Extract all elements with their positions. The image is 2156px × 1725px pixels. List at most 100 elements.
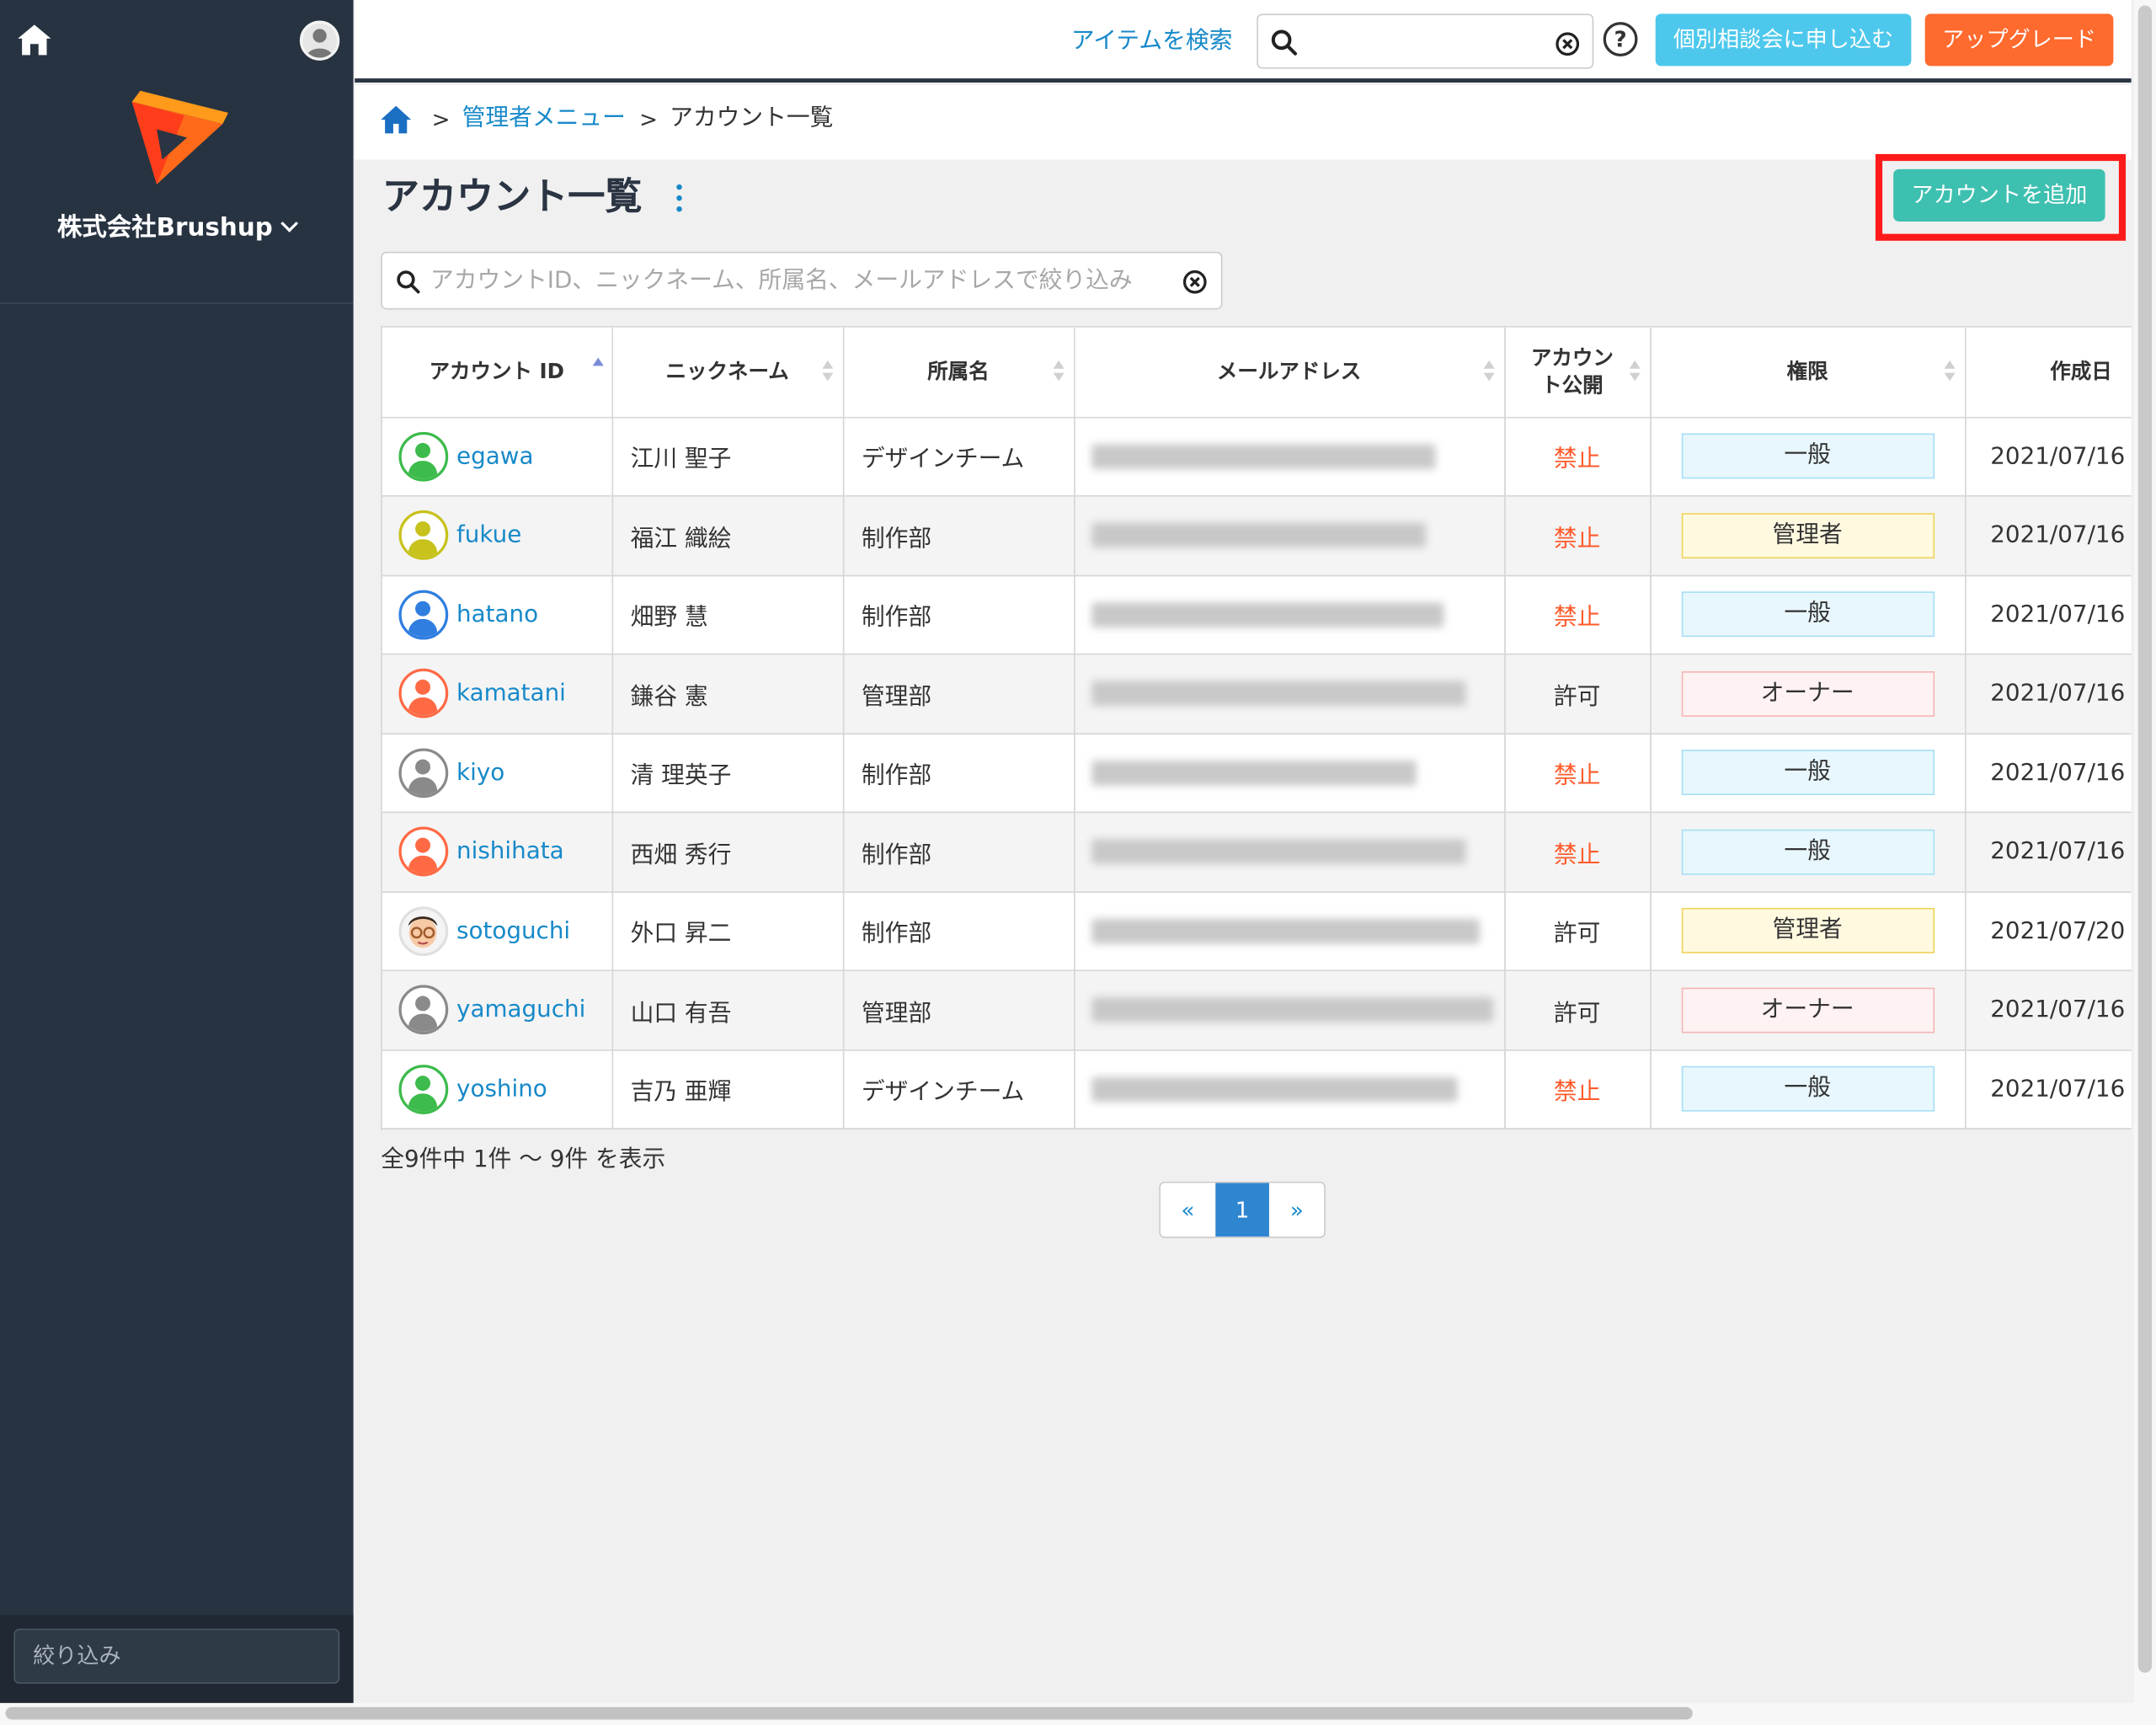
user-icon-blue	[398, 590, 449, 640]
column-header-email[interactable]: メールアドレス	[1074, 327, 1505, 418]
account-public-cell: 禁止	[1504, 1049, 1651, 1130]
created-date-cell: 2021/07/16	[1965, 654, 2132, 734]
account-id-cell[interactable]: kiyo	[382, 733, 613, 814]
user-icon-gray	[398, 748, 449, 798]
account-id-cell[interactable]: nishihata	[382, 812, 613, 893]
account-public-status: 禁止	[1553, 604, 1601, 633]
column-header-department[interactable]: 所属名	[842, 327, 1075, 418]
column-header-role[interactable]: 権限	[1650, 327, 1966, 418]
role-cell: 一般	[1650, 416, 1966, 497]
brushup-logo[interactable]	[126, 88, 229, 188]
item-search-input[interactable]	[1257, 13, 1594, 69]
role-cell: 一般	[1650, 812, 1966, 893]
nickname-cell: 畑野 慧	[611, 574, 844, 655]
account-public-cell: 禁止	[1504, 416, 1651, 497]
clear-icon[interactable]	[1556, 32, 1580, 56]
item-search-link[interactable]: アイテムを検索	[1071, 24, 1233, 57]
pagination-prev-button[interactable]: «	[1161, 1183, 1215, 1237]
account-id-cell[interactable]: kamatani	[382, 654, 613, 734]
sidebar-filter-input[interactable]: 絞り込み	[13, 1628, 340, 1685]
column-header-nickname[interactable]: ニックネーム	[611, 327, 844, 418]
account-id-link[interactable]: sotoguchi	[456, 917, 570, 945]
account-id-link[interactable]: kamatani	[456, 680, 566, 708]
redacted-email	[1091, 681, 1465, 707]
account-id-link[interactable]: kiyo	[456, 759, 504, 787]
search-icon	[397, 270, 420, 294]
table-row[interactable]: yamaguchi 山口 有吾 管理部 許可 オーナー 2021/07/16	[382, 970, 2132, 1050]
table-row[interactable]: fukue 福江 織絵 制作部 禁止 管理者 2021/07/16	[382, 495, 2132, 576]
role-cell: オーナー	[1650, 654, 1966, 734]
add-account-button[interactable]: アカウントを追加	[1893, 168, 2105, 222]
account-id-link[interactable]: egawa	[456, 442, 533, 470]
consultation-button[interactable]: 個別相談会に申し込む	[1655, 13, 1912, 67]
role-badge: 一般	[1680, 1066, 1935, 1113]
home-icon[interactable]	[380, 104, 413, 135]
breadcrumb: > 管理者メニュー > アカウント一覧	[355, 85, 2132, 160]
email-cell-redacted	[1074, 970, 1505, 1050]
redacted-email	[1091, 839, 1465, 865]
account-id-cell[interactable]: yamaguchi	[382, 970, 613, 1050]
upgrade-button[interactable]: アップグレード	[1924, 13, 2114, 67]
email-cell-redacted	[1074, 416, 1505, 497]
role-badge: 一般	[1680, 591, 1935, 638]
account-public-status: 許可	[1553, 683, 1601, 711]
filter-placeholder: アカウントID、ニックネーム、所属名、メールアドレスで絞り込み	[430, 266, 1133, 295]
created-date-cell: 2021/07/16	[1965, 970, 2132, 1050]
table-row[interactable]: egawa 江川 聖子 デザインチーム 禁止 一般 2021/07/16	[382, 416, 2132, 497]
table-row[interactable]: yoshino 吉乃 亜輝 デザインチーム 禁止 一般 2021/07/16	[382, 1049, 2132, 1130]
user-icon-orange	[398, 669, 449, 718]
redacted-email	[1091, 760, 1416, 786]
role-badge: 一般	[1680, 750, 1935, 796]
nickname-cell: 吉乃 亜輝	[611, 1049, 844, 1130]
company-switcher[interactable]: 株式会社Brushup	[0, 212, 354, 245]
pagination-next-button[interactable]: »	[1269, 1183, 1324, 1237]
horizontal-scrollbar[interactable]	[0, 1702, 2156, 1725]
breadcrumb-current: アカウント一覧	[670, 104, 834, 132]
vertical-scrollbar[interactable]	[2133, 0, 2156, 1703]
clear-icon[interactable]	[1182, 270, 1207, 294]
user-avatar-icon[interactable]	[299, 20, 340, 61]
result-count: 全9件中 1件 〜 9件 を表示	[381, 1146, 666, 1174]
table-row[interactable]: kamatani 鎌谷 憲管理部 許可 オーナー 2021/07/16	[382, 654, 2132, 734]
account-id-cell[interactable]: sotoguchi	[382, 891, 613, 972]
table-row[interactable]: sotoguchi 外口 昇二 制作部 許可 管理者 2021/07/20	[382, 891, 2132, 972]
column-header-account-id[interactable]: アカウント ID	[382, 327, 613, 418]
account-public-status: 禁止	[1553, 525, 1601, 553]
department-cell: 管理部	[842, 970, 1075, 1050]
email-cell-redacted	[1074, 733, 1505, 814]
account-id-link[interactable]: nishihata	[456, 838, 564, 866]
account-id-link[interactable]: yoshino	[456, 1076, 547, 1103]
account-id-cell[interactable]: egawa	[382, 416, 613, 497]
home-icon[interactable]	[17, 22, 52, 57]
column-header-created[interactable]: 作成日	[1965, 327, 2132, 418]
table-row[interactable]: hatano 畑野 慧制作部 禁止 一般 2021/07/16	[382, 574, 2132, 655]
account-public-status: 禁止	[1553, 841, 1601, 869]
pagination-page-button[interactable]: 1	[1214, 1183, 1270, 1237]
created-date-cell: 2021/07/16	[1965, 1049, 2132, 1130]
email-cell-redacted	[1074, 495, 1505, 576]
account-public-cell: 禁止	[1504, 733, 1651, 814]
account-filter-input[interactable]: アカウントID、ニックネーム、所属名、メールアドレスで絞り込み	[381, 251, 1223, 310]
account-id-link[interactable]: hatano	[456, 601, 538, 628]
account-id-cell[interactable]: yoshino	[382, 1049, 613, 1130]
account-id-link[interactable]: fukue	[456, 521, 521, 549]
table-row[interactable]: kiyo 清 理英子 制作部 禁止 一般 2021/07/16	[382, 733, 2132, 814]
role-cell: オーナー	[1650, 970, 1966, 1050]
department-cell: 制作部	[842, 574, 1075, 655]
account-id-cell[interactable]: hatano	[382, 574, 613, 655]
sidebar-divider	[0, 302, 354, 304]
column-header-account-public[interactable]: アカウント公開	[1504, 327, 1651, 418]
sort-icon	[1943, 360, 1955, 384]
breadcrumb-admin-menu-link[interactable]: 管理者メニュー	[462, 102, 626, 135]
help-icon[interactable]: ?	[1603, 22, 1638, 56]
role-cell: 一般	[1650, 733, 1966, 814]
table-row[interactable]: nishihata 西畑 秀行 制作部 禁止 一般 2021/07/16	[382, 812, 2132, 893]
redacted-email	[1091, 601, 1444, 628]
user-icon-green	[398, 431, 449, 482]
more-options-icon[interactable]	[674, 182, 685, 215]
email-cell-redacted	[1074, 574, 1505, 655]
sort-icon	[1628, 360, 1640, 384]
account-id-cell[interactable]: fukue	[382, 495, 613, 576]
account-id-link[interactable]: yamaguchi	[456, 996, 585, 1024]
account-public-status: 禁止	[1553, 1078, 1601, 1107]
